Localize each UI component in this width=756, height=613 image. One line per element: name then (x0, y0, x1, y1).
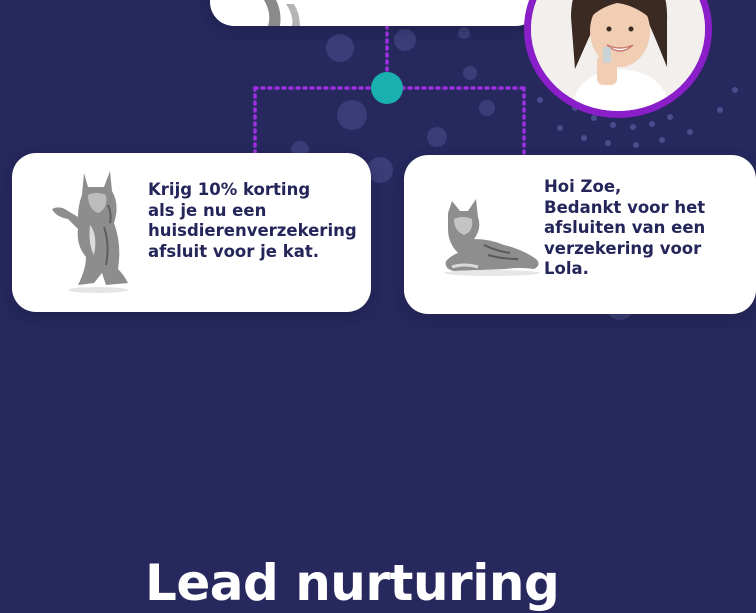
dot (659, 137, 665, 143)
bubble (394, 29, 416, 51)
bubble (479, 100, 495, 116)
dot (537, 97, 543, 103)
right-card-message: Hoi Zoe, Bedankt voor het afsluiten van … (544, 177, 706, 278)
left-message-card: Krijg 10% korting als je nu een huisdier… (12, 153, 371, 312)
connector-node (371, 72, 403, 104)
bubble (326, 34, 354, 62)
page-title: Lead nurturing (145, 554, 560, 612)
dot (605, 140, 611, 146)
lead-nurturing-illustration: Krijg 10% korting als je nu een huisdier… (0, 0, 756, 612)
left-card-message: Krijg 10% korting als je nu een huisdier… (148, 180, 357, 261)
dot (667, 114, 673, 120)
dot (581, 135, 587, 141)
cat-standing-icon (52, 171, 128, 293)
bubble (427, 127, 447, 147)
dot (633, 142, 639, 148)
cat-partial-icon (264, 0, 300, 26)
dot (610, 122, 616, 128)
bubble (463, 66, 477, 80)
top-message-card (210, 0, 540, 26)
bubble (337, 100, 367, 130)
dot (717, 107, 723, 113)
dot (687, 129, 693, 135)
bubble (458, 27, 470, 39)
right-message-card: Hoi Zoe, Bedankt voor het afsluiten van … (404, 155, 756, 314)
dot (591, 115, 597, 121)
dot (649, 121, 655, 127)
dot (630, 124, 636, 130)
cat-lying-icon (444, 199, 540, 276)
dot (557, 125, 563, 131)
dot (732, 87, 738, 93)
woman-portrait-icon (531, 0, 705, 111)
